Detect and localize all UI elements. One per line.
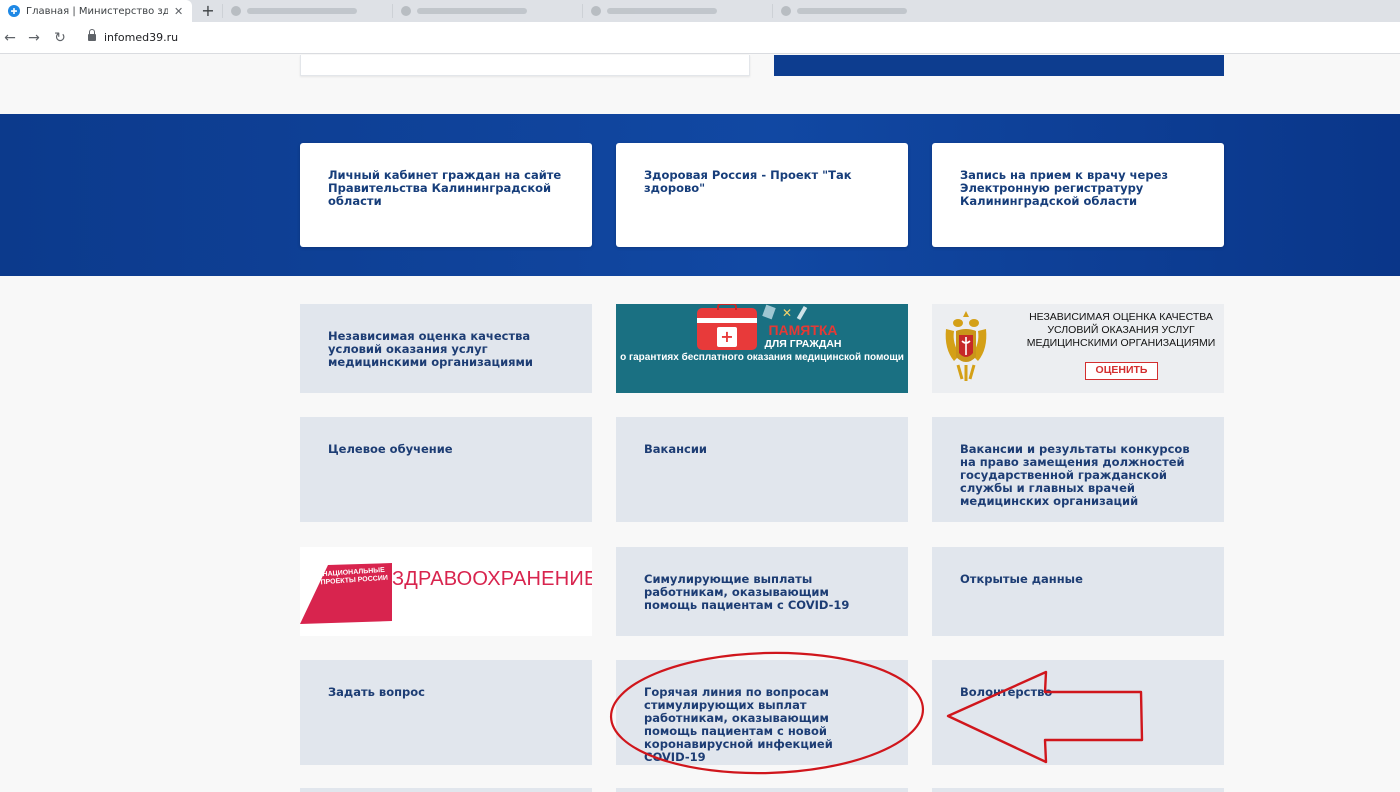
memo-subtitle: ДЛЯ ГРАЖДАН	[764, 338, 842, 350]
card-partial[interactable]	[300, 788, 592, 792]
browser-address-bar: ← → ↻ infomed39.ru	[0, 22, 1400, 54]
card-healthy-russia[interactable]: Здоровая Россия - Проект "Так здорово"	[616, 143, 908, 247]
card-label: Вакансии и результаты конкурсов на право…	[960, 442, 1190, 508]
memo-banner[interactable]: + ✕ ПАМЯТКА ДЛЯ ГРАЖДАН о гарантиях бесп…	[616, 304, 908, 393]
forward-arrow-icon[interactable]: →	[24, 28, 44, 48]
reload-icon[interactable]: ↻	[50, 28, 70, 48]
url-field[interactable]: infomed39.ru	[104, 31, 178, 44]
tab-favicon-icon	[591, 6, 601, 16]
card-doctor-appointment[interactable]: Запись на прием к врачу через Электронну…	[932, 143, 1224, 247]
browser-tab-strip: ✚ Главная | Министерство здравс ✕ +	[0, 0, 1400, 22]
coat-of-arms-icon	[945, 311, 987, 381]
card-label: Задать вопрос	[328, 685, 425, 699]
national-projects-logo-icon	[300, 563, 392, 624]
card-partial[interactable]	[616, 788, 908, 792]
rate-button[interactable]: ОЦЕНИТЬ	[1085, 362, 1158, 380]
browser-tab-background[interactable]	[222, 4, 392, 18]
card-partial[interactable]	[932, 788, 1224, 792]
browser-tab-active[interactable]: ✚ Главная | Министерство здравс ✕	[0, 0, 192, 22]
card-label: Личный кабинет граждан на сайте Правител…	[328, 168, 562, 208]
browser-tab-background[interactable]	[772, 4, 967, 18]
card-vacancies[interactable]: Вакансии	[616, 417, 908, 522]
nok-banner[interactable]: НЕЗАВИСИМАЯ ОЦЕНКА КАЧЕСТВА УСЛОВИЙ ОКАЗ…	[932, 304, 1224, 393]
back-arrow-icon[interactable]: ←	[0, 28, 20, 48]
tab-title-blurred	[247, 8, 357, 14]
card-label: Целевое обучение	[328, 442, 453, 456]
card-label: Здоровая Россия - Проект "Так здорово"	[644, 168, 852, 195]
card-ask-question[interactable]: Задать вопрос	[300, 660, 592, 765]
national-projects-title: ЗДРАВООХРАНЕНИЕ	[392, 568, 592, 590]
card-target-training[interactable]: Целевое обучение	[300, 417, 592, 522]
syringe-icon	[796, 305, 808, 321]
card-label: Независимая оценка качества условий оказ…	[328, 329, 533, 369]
first-aid-kit-icon: +	[697, 304, 757, 350]
card-label: Открытые данные	[960, 572, 1083, 586]
browser-tab-background[interactable]	[392, 4, 582, 18]
card-label: Запись на прием к врачу через Электронну…	[960, 168, 1169, 208]
new-tab-button[interactable]: +	[198, 2, 218, 20]
card-label: Вакансии	[644, 442, 707, 456]
card-vacancies-competitions[interactable]: Вакансии и результаты конкурсов на право…	[932, 417, 1224, 522]
lock-icon	[88, 29, 96, 41]
card-hotline[interactable]: Горячая линия по вопросам стимулирующих …	[616, 660, 908, 765]
card-open-data[interactable]: Открытые данные	[932, 547, 1224, 636]
national-projects-banner[interactable]: НАЦИОНАЛЬНЫЕ ПРОЕКТЫ РОССИИ ЗДРАВООХРАНЕ…	[300, 547, 592, 636]
tab-favicon-icon	[401, 6, 411, 16]
card-label: Симулирующие выплаты работникам, оказыва…	[644, 572, 850, 612]
tab-title-blurred	[417, 8, 527, 14]
memo-description: о гарантиях бесплатного оказания медицин…	[620, 352, 904, 363]
card-volunteering[interactable]: Волонтерство	[932, 660, 1224, 765]
tab-title-blurred	[607, 8, 717, 14]
tab-title-blurred	[797, 8, 907, 14]
memo-title: ПАМЯТКА	[768, 322, 838, 338]
tab-favicon-icon	[231, 6, 241, 16]
cross-icon: ✕	[782, 306, 793, 320]
card-label: Горячая линия по вопросам стимулирующих …	[644, 685, 833, 764]
close-tab-icon[interactable]: ✕	[174, 5, 183, 18]
site-favicon-icon: ✚	[8, 5, 20, 17]
top-card-white-partial[interactable]	[300, 55, 750, 76]
tab-favicon-icon	[781, 6, 791, 16]
browser-tab-background[interactable]	[582, 4, 772, 18]
card-personal-cabinet[interactable]: Личный кабинет граждан на сайте Правител…	[300, 143, 592, 247]
card-stimulus-payments[interactable]: Симулирующие выплаты работникам, оказыва…	[616, 547, 908, 636]
top-card-blue-partial[interactable]	[774, 55, 1224, 76]
nok-banner-title: НЕЗАВИСИМАЯ ОЦЕНКА КАЧЕСТВА УСЛОВИЙ ОКАЗ…	[1026, 311, 1216, 349]
card-icon	[762, 304, 776, 320]
card-independent-assessment[interactable]: Независимая оценка качества условий оказ…	[300, 304, 592, 393]
tab-title: Главная | Министерство здравс	[26, 5, 168, 17]
card-label: Волонтерство	[960, 685, 1053, 699]
